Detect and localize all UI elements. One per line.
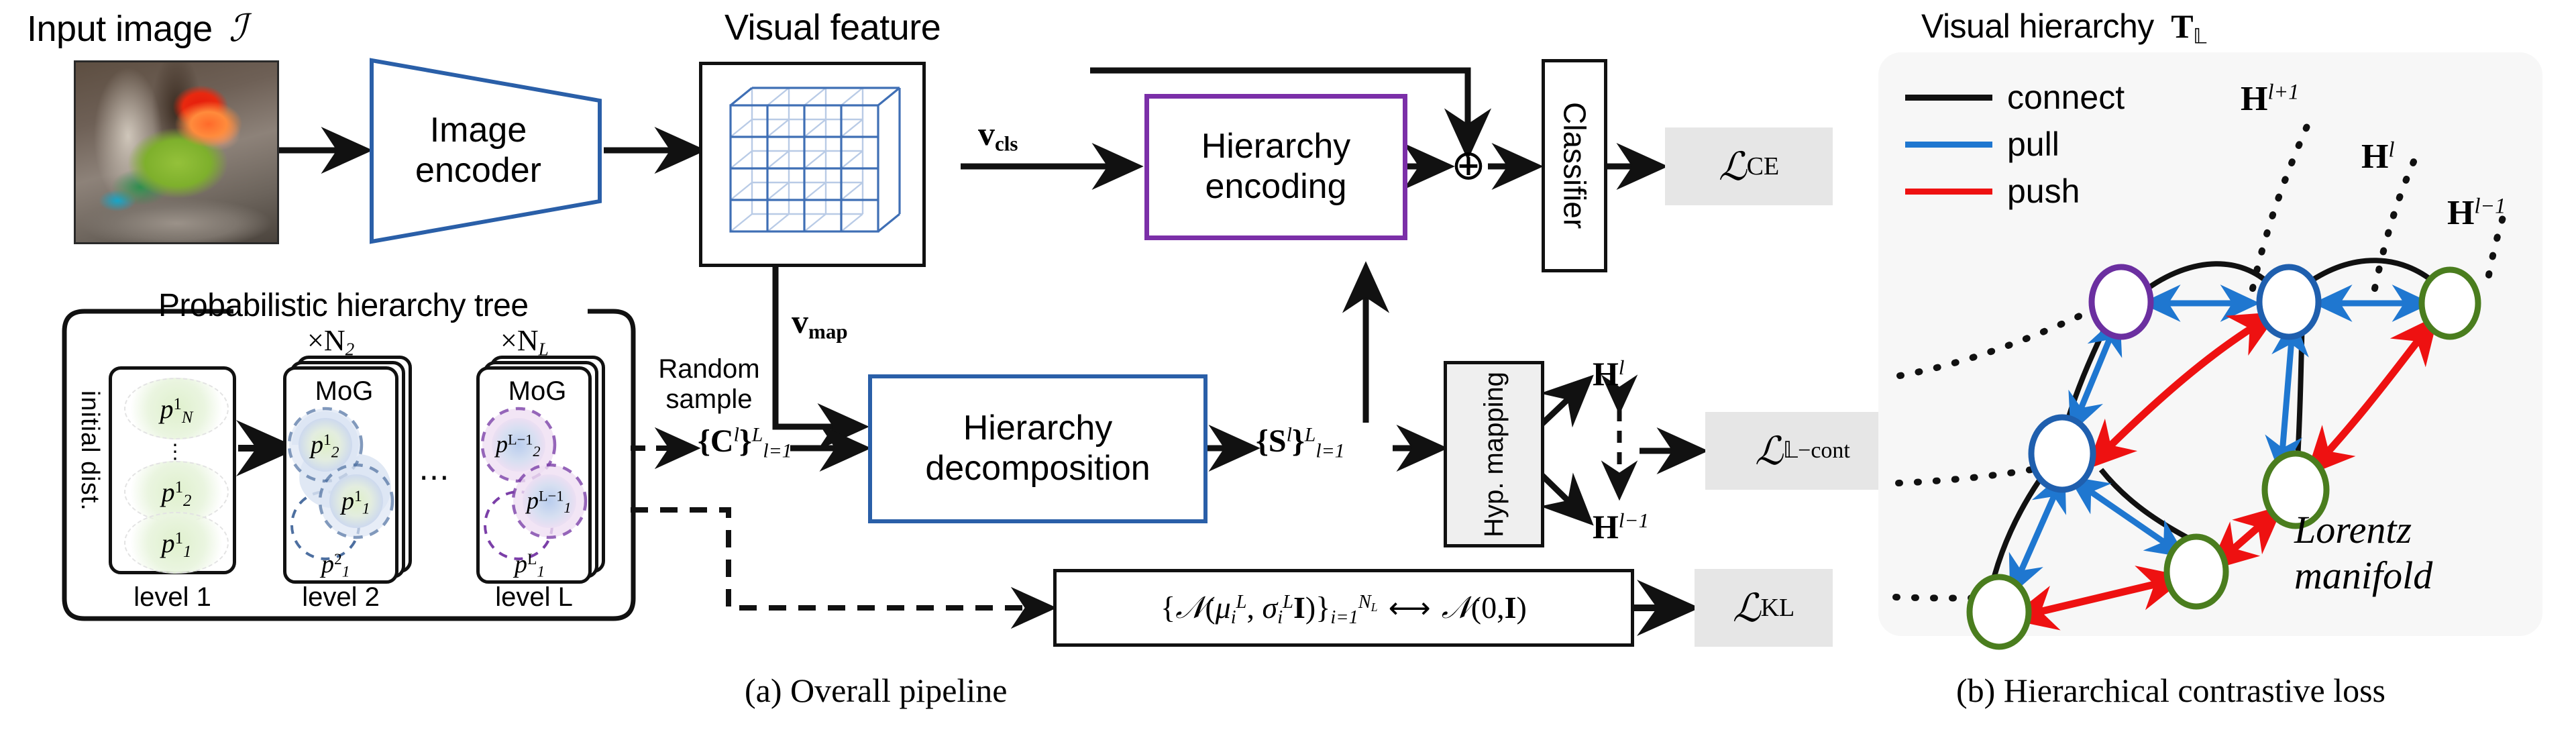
kl-prior: 𝒩(0,I) [1441,590,1527,625]
loss-kl-badge: ℒ KL [1695,569,1833,647]
loss-lcont-symbol: ℒ [1755,429,1783,473]
hierarchy-encoding-line1: Hierarchy [1201,127,1351,166]
tree-node-p11: p11 [124,512,229,574]
tree-node-p1N: p1N [124,378,229,439]
graph-node-leaf-bottom-mid [2163,533,2229,610]
graph-node-root [2088,264,2154,340]
tree-vertical-ellipsis: ⋮ [124,439,226,464]
tree-level2-multiplier: ×N2 [307,323,354,358]
tree-levels-ellipsis: ⋯ [419,460,452,494]
v-cls-label: vcls [978,114,1018,156]
initial-dist-label: initial dist. [75,390,104,515]
H-l-minus-label: Hl−1 [1593,507,1649,546]
visual-feature-title: Visual feature [724,7,941,48]
tree-level2-card: MoG p12 p11 p21 [283,366,398,584]
kl-expression: {𝒩(μiL, σiLI)}i=1NL [1161,590,1378,628]
random-sample-line1: Random [658,354,760,384]
loss-kl-symbol: ℒ [1732,586,1761,630]
kl-expression-box: {𝒩(μiL, σiLI)}i=1NL ⟷ 𝒩(0,I) [1053,569,1634,647]
hyp-mapping-block: Hyp. mapping [1444,361,1544,547]
tree-levelL-multiplier-text: ×N [500,324,539,357]
hierarchy-encoding-line2: encoding [1205,167,1347,206]
graph-node-mid-top [2256,264,2322,340]
H-l-sup: l [1618,355,1625,379]
hierarchy-decomposition-block: Hierarchy decomposition [868,374,1208,523]
visual-feature-box [699,62,926,267]
feature-grid-icon [729,87,901,233]
tree-level2-node-p21: p21 [321,550,350,581]
panel-a-overall-pipeline: Input image ℐ Image encoder Visual featu… [0,0,1900,738]
tree-levelL-multiplier: ×NL [500,323,549,358]
tree-level1-card: p1N ⋮ p12 p11 [109,366,236,574]
graph-node-leaf-bottom-left [1966,574,2032,650]
panel-b-caption: (b) Hierarchical contrastive loss [1956,672,2386,709]
tree-level2-name: level 2 [302,582,380,612]
lorentz-manifold-line2: manifold [2294,554,2433,598]
v-cls-base: v [978,115,995,152]
H-l-base: H [1593,355,1619,392]
image-encoder-label-line1: Image [429,111,527,150]
figure-root: Input image ℐ Image encoder Visual featu… [0,0,2576,738]
lorentz-manifold-line1: Lorentz [2294,508,2412,551]
lorentz-manifold-label: Lorentz manifold [2294,507,2432,599]
v-map-sub: map [808,319,848,344]
classifier-label: Classifier [1557,102,1593,229]
tree-levelL-node-pL1: pL1 [515,550,545,581]
hyp-mapping-line2: mapping [1479,371,1509,475]
image-encoder-block: Image encoder [368,56,604,246]
tree-title: Probabilistic hierarchy tree [158,288,529,323]
classifier-block: Classifier [1542,59,1607,272]
kl-bidirectional-arrow: ⟷ [1388,591,1431,625]
graph-node-leaf-top-right [2418,266,2481,340]
image-encoder-label: Image encoder [368,56,589,246]
tree-levelL-node-pL11: pL−11 [527,487,572,517]
hyp-mapping-labels: Hyp. mapping [1479,372,1509,537]
probabilistic-hierarchy-tree: Probabilistic hierarchy tree initial dis… [58,284,640,639]
loss-ce-symbol: ℒ [1718,145,1747,189]
H-l-minus-base: H [1593,508,1619,545]
initial-dist-text: initial dist. [76,390,104,511]
image-encoder-label-line2: encoder [415,151,541,190]
sum-symbol: ⊕ [1451,142,1486,189]
hierarchy-graph [1892,121,2510,650]
v-map-label: vmap [792,302,848,344]
tree-level2-node-p11: p11 [341,487,370,518]
sum-operator-icon: ⊕ [1449,142,1488,189]
panel-b-hierarchical-contrastive-loss: Visual hierarchy T𝕃 connect pull push Hl… [1838,0,2576,738]
hierarchy-decomposition-line2: decomposition [925,449,1150,488]
set-S-expression: {Sl}Ll=1 [1256,423,1345,462]
tree-level2-node-p12: p12 [311,431,339,462]
hierarchy-decomposition-line1: Hierarchy [963,409,1113,448]
H-l-label: Hl [1593,354,1625,393]
tree-level2-multiplier-text: ×N [307,324,345,357]
hyp-mapping-line1: Hyp. [1479,482,1509,537]
tree-levelL-node-pL12: pL−12 [496,431,541,460]
tree-levelL-name: level L [495,582,573,612]
random-sample-line2: sample [665,384,753,414]
hierarchy-encoding-block: Hierarchy encoding [1144,94,1407,240]
tree-levelL-card: MoG pL−12 pL−11 pL1 [476,366,592,584]
graph-node-mid-left [2028,414,2096,493]
tree-ellipsis-glyph: ⋮ [165,440,185,463]
set-C-expression: {Cl}Ll=1 [698,423,792,462]
random-sample-label: Random sample [645,354,773,415]
panel-a-caption: (a) Overall pipeline [745,672,1008,709]
H-l-minus-sup: l−1 [1618,508,1649,532]
loss-ce-badge: ℒ CE [1665,127,1833,205]
v-cls-sub: cls [995,131,1018,156]
tree-level1-name: level 1 [133,582,211,612]
v-map-base: v [792,303,808,340]
